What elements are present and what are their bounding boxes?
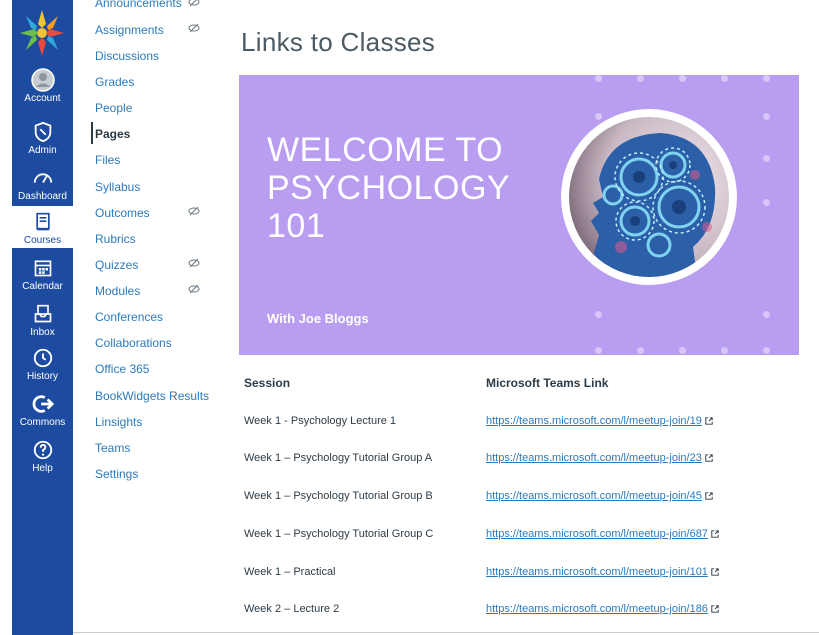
commons-arrow-icon — [31, 392, 55, 416]
external-link-icon — [705, 417, 713, 425]
global-nav-courses[interactable]: Courses — [12, 206, 73, 248]
course-banner: WELCOME TO PSYCHOLOGY 101 With Joe Blogg… — [239, 75, 799, 355]
course-nav-bookwidgets-results[interactable]: BookWidgets Results — [95, 389, 209, 403]
global-nav-label: Account — [24, 93, 61, 104]
eye-slash-icon — [188, 206, 200, 216]
course-nav-grades[interactable]: Grades — [95, 75, 134, 89]
session-cell: Week 1 – Practical — [244, 566, 336, 578]
external-link-icon — [705, 492, 713, 500]
page-bottom-divider — [73, 632, 819, 633]
global-nav-label: History — [26, 371, 59, 382]
teams-link[interactable]: https://teams.microsoft.com/l/meetup-joi… — [486, 490, 713, 502]
eye-slash-icon — [188, 23, 200, 33]
global-nav-label: Help — [32, 463, 53, 474]
course-nav-announcements[interactable]: Announcements — [95, 0, 182, 10]
course-nav-people[interactable]: People — [95, 101, 132, 115]
teams-link[interactable]: https://teams.microsoft.com/l/meetup-joi… — [486, 452, 713, 464]
banner-title: WELCOME TO PSYCHOLOGY 101 — [267, 131, 511, 245]
course-nav-conferences[interactable]: Conferences — [95, 310, 163, 324]
course-nav-files[interactable]: Files — [95, 153, 120, 167]
course-nav-linsights[interactable]: Linsights — [95, 415, 142, 429]
global-nav-dashboard[interactable]: Dashboard — [12, 166, 73, 210]
table-header-session: Session — [244, 376, 291, 390]
global-nav-history[interactable]: History — [12, 346, 73, 390]
session-cell: Week 2 – Lecture 2 — [244, 603, 340, 615]
course-nav-rubrics[interactable]: Rubrics — [95, 232, 136, 246]
global-nav-account[interactable]: Account — [12, 68, 73, 112]
teams-link[interactable]: https://teams.microsoft.com/l/meetup-joi… — [486, 528, 719, 540]
course-nav-outcomes[interactable]: Outcomes — [95, 206, 150, 220]
teams-link[interactable]: https://teams.microsoft.com/l/meetup-joi… — [486, 603, 719, 615]
global-nav-label: Courses — [23, 235, 62, 246]
global-nav-admin[interactable]: Admin — [12, 120, 73, 164]
teams-link[interactable]: https://teams.microsoft.com/l/meetup-joi… — [486, 415, 713, 427]
course-nav-office-365[interactable]: Office 365 — [95, 362, 149, 376]
eye-slash-icon — [188, 284, 200, 294]
global-nav-label: Commons — [19, 417, 66, 428]
course-nav-collaborations[interactable]: Collaborations — [95, 336, 172, 350]
session-cell: Week 1 – Psychology Tutorial Group A — [244, 452, 433, 464]
teams-link[interactable]: https://teams.microsoft.com/l/meetup-joi… — [486, 566, 719, 578]
courses-book-icon — [31, 210, 55, 234]
course-nav-pages[interactable]: Pages — [95, 127, 130, 141]
eye-slash-icon — [188, 258, 200, 268]
external-link-icon — [705, 454, 713, 462]
table-header-teams-link: Microsoft Teams Link — [486, 376, 609, 390]
global-nav-label: Dashboard — [18, 191, 67, 202]
page-content: Links to Classes WELCOME TO PSYCHOLOGY 1… — [239, 0, 799, 635]
dashboard-gauge-icon — [31, 166, 55, 190]
institution-logo[interactable] — [16, 2, 68, 60]
help-question-icon — [31, 438, 55, 462]
calendar-icon — [31, 256, 55, 280]
inbox-icon — [31, 302, 55, 326]
session-cell: Week 1 - Psychology Lecture 1 — [244, 415, 397, 427]
global-nav-inbox[interactable]: Inbox — [12, 302, 73, 346]
session-cell: Week 1 – Psychology Tutorial Group C — [244, 528, 434, 540]
banner-subtitle: With Joe Bloggs — [267, 311, 369, 326]
course-navigation: Announcements Assignments Discussions Gr… — [73, 0, 218, 635]
history-clock-icon — [31, 346, 55, 370]
course-nav-settings[interactable]: Settings — [95, 467, 138, 481]
global-nav-label: Admin — [28, 145, 57, 156]
active-indicator — [91, 122, 93, 144]
external-link-icon — [711, 568, 719, 576]
global-nav-calendar[interactable]: Calendar — [12, 256, 73, 300]
external-link-icon — [711, 605, 719, 613]
external-link-icon — [711, 530, 719, 538]
global-nav-help[interactable]: Help — [12, 438, 73, 482]
course-nav-modules[interactable]: Modules — [95, 284, 140, 298]
global-nav-commons[interactable]: Commons — [12, 392, 73, 436]
course-nav-discussions[interactable]: Discussions — [95, 49, 159, 63]
course-nav-assignments[interactable]: Assignments — [95, 23, 164, 37]
account-icon — [30, 68, 55, 92]
eye-slash-icon — [188, 0, 200, 7]
course-nav-syllabus[interactable]: Syllabus — [95, 180, 140, 194]
course-nav-teams[interactable]: Teams — [95, 441, 130, 455]
admin-shield-icon — [31, 120, 55, 144]
global-navigation: Account Admin Dashboard Courses Calendar… — [12, 0, 73, 635]
session-cell: Week 1 – Psychology Tutorial Group B — [244, 490, 433, 502]
course-nav-quizzes[interactable]: Quizzes — [95, 258, 138, 272]
global-nav-label: Calendar — [22, 281, 63, 292]
global-nav-label: Inbox — [30, 327, 55, 338]
brain-gears-image — [561, 109, 737, 285]
page-title: Links to Classes — [241, 27, 436, 57]
